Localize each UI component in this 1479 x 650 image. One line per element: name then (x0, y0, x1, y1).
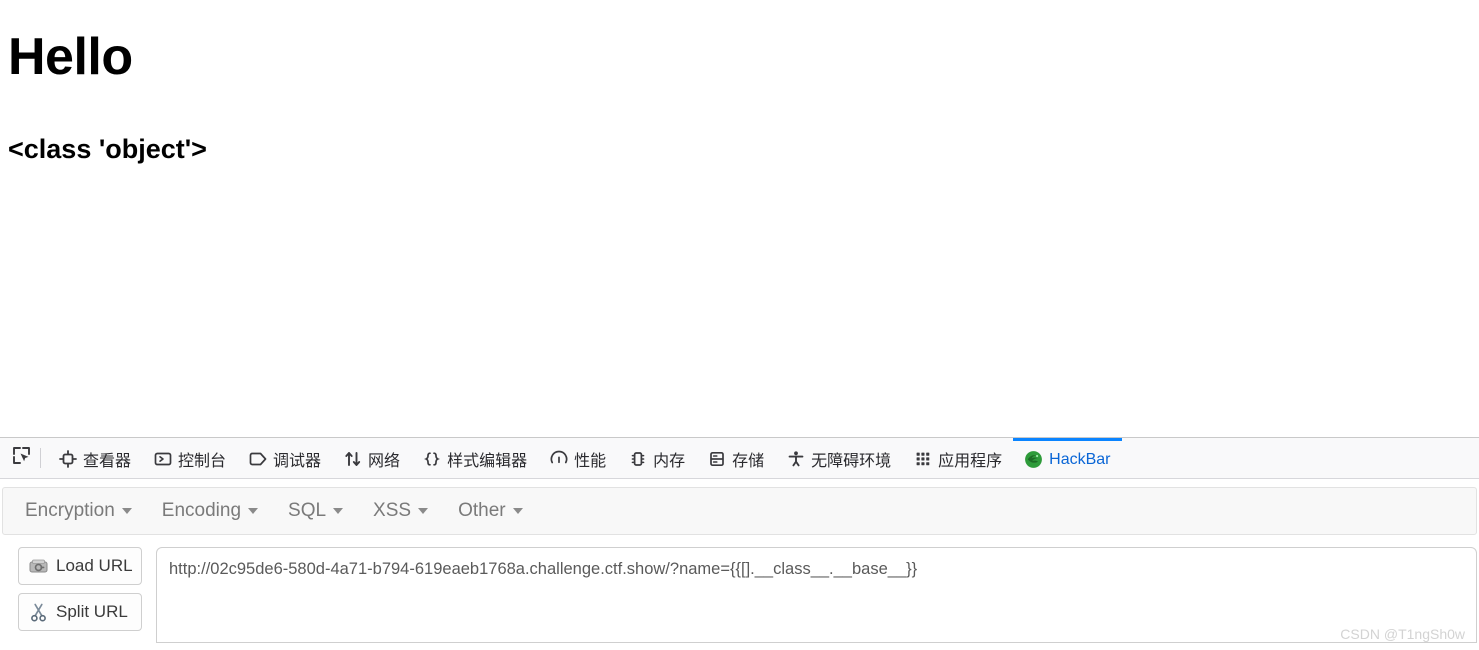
menu-label: Encoding (161, 500, 242, 521)
tab-label: 查看器 (83, 453, 132, 470)
menu-xss[interactable]: XSS (373, 500, 429, 522)
tab-memory[interactable]: 内存 (617, 438, 696, 478)
toolbar-separator (40, 448, 41, 468)
tab-label: 控制台 (178, 453, 227, 470)
tab-label: 网络 (368, 453, 401, 470)
tab-inspector[interactable]: 查看器 (47, 438, 142, 478)
button-label: Load URL (56, 556, 133, 575)
tab-label: 样式编辑器 (447, 453, 528, 470)
storage-icon (707, 450, 726, 469)
chevron-down-icon (418, 508, 429, 514)
performance-icon (549, 450, 568, 469)
debugger-icon (248, 450, 267, 469)
devtools-panel: 查看器 控制台 调试器 网络 样式编辑器 性能 内存 存储 无障碍环境 应用程序… (0, 437, 1479, 650)
tab-hackbar[interactable]: HackBar (1013, 438, 1122, 478)
memory-icon (628, 450, 647, 469)
chevron-down-icon (333, 508, 344, 514)
tab-performance[interactable]: 性能 (538, 438, 617, 478)
accessibility-icon (786, 450, 805, 469)
tab-accessibility[interactable]: 无障碍环境 (775, 438, 902, 478)
tab-label: 内存 (653, 453, 686, 470)
tab-label: 无障碍环境 (811, 453, 892, 470)
page-title: Hello (8, 28, 133, 86)
element-picker-icon (11, 445, 32, 471)
element-picker-button[interactable] (4, 438, 38, 478)
menu-label: Other (458, 500, 506, 521)
application-icon (913, 450, 932, 469)
chevron-down-icon (121, 508, 132, 514)
menu-encryption[interactable]: Encryption (25, 500, 132, 522)
tab-application[interactable]: 应用程序 (902, 438, 1013, 478)
chevron-down-icon (248, 508, 259, 514)
tab-console[interactable]: 控制台 (142, 438, 237, 478)
ssti-result-text: <class 'object'> (8, 134, 207, 164)
devtools-tabbar: 查看器 控制台 调试器 网络 样式编辑器 性能 内存 存储 无障碍环境 应用程序… (0, 438, 1479, 479)
tab-label: 应用程序 (938, 453, 1003, 470)
menu-sql[interactable]: SQL (288, 500, 344, 522)
browser-page-content: Hello <class 'object'> (0, 0, 1479, 437)
split-url-button[interactable]: Split URL (18, 593, 142, 631)
console-icon (153, 450, 172, 469)
tab-label: HackBar (1049, 450, 1111, 468)
tab-style-editor[interactable]: 样式编辑器 (411, 438, 538, 478)
style-editor-icon (422, 450, 441, 469)
split-url-scissors-icon (27, 601, 49, 623)
tab-network[interactable]: 网络 (332, 438, 411, 478)
menu-label: XSS (373, 500, 412, 521)
menu-other[interactable]: Other (458, 500, 523, 522)
menu-label: SQL (288, 500, 327, 521)
load-url-button[interactable]: Load URL (18, 547, 142, 585)
tab-debugger[interactable]: 调试器 (237, 438, 332, 478)
hackbar-icon (1024, 450, 1043, 469)
tab-storage[interactable]: 存储 (696, 438, 775, 478)
inspector-icon (58, 450, 77, 469)
hackbar-menubar: Encryption Encoding SQL XSS Other (2, 487, 1477, 535)
hackbar-url-row: Load URL Split URL (0, 535, 1479, 643)
tab-label: 性能 (574, 453, 607, 470)
hackbar-panel: Encryption Encoding SQL XSS Other Load U… (0, 479, 1479, 650)
menu-encoding[interactable]: Encoding (161, 500, 259, 522)
load-url-icon (27, 555, 49, 577)
menu-label: Encryption (25, 500, 115, 521)
button-label: Split URL (56, 602, 128, 621)
chevron-down-icon (512, 508, 523, 514)
tab-label: 存储 (732, 453, 765, 470)
hackbar-action-buttons: Load URL Split URL (18, 547, 142, 631)
tab-label: 调试器 (273, 453, 322, 470)
network-icon (343, 450, 362, 469)
url-input[interactable] (156, 547, 1477, 643)
